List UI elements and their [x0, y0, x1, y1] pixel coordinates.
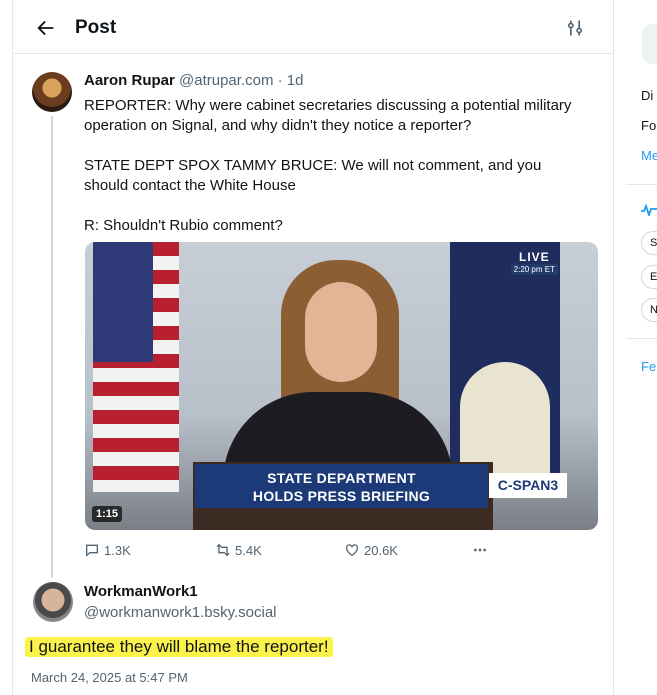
reply-text: I guarantee they will blame the reporter… — [25, 637, 333, 657]
more-icon — [474, 548, 486, 552]
live-time: 2:20 pm ET — [510, 264, 558, 275]
sidebar-footer-link[interactable]: Fe — [641, 359, 656, 374]
flag-canton — [93, 242, 153, 362]
search-box[interactable] — [642, 24, 657, 64]
banner-line: STATE DEPARTMENT — [267, 470, 416, 486]
thread-line — [51, 116, 53, 578]
repost-count: 5.4K — [235, 542, 262, 558]
post-paragraph: R: Shouldn't Rubio comment? — [84, 217, 283, 234]
sidebar-pill[interactable]: S — [641, 231, 657, 255]
video-duration: 1:15 — [92, 506, 123, 522]
banner-line: HOLDS PRESS BRIEFING — [252, 488, 431, 504]
repost-button[interactable]: 5.4K — [215, 542, 262, 558]
like-button[interactable]: 20.6K — [344, 542, 398, 558]
reply-author-name[interactable]: WorkmanWork1 — [84, 583, 198, 600]
author-handle[interactable]: @atrupar.com — [179, 72, 273, 89]
back-arrow-icon[interactable] — [35, 17, 57, 39]
post-paragraph: REPORTER: Why were cabinet secretaries d… — [84, 97, 572, 134]
divider — [626, 184, 657, 185]
post-time[interactable]: 1d — [287, 72, 304, 89]
post-header: Aaron Rupar @atrupar.com · 1d — [84, 72, 303, 89]
repost-icon — [216, 543, 230, 557]
post-actions: 1.3K 5.4K 20.6K — [84, 542, 514, 560]
reply-count: 1.3K — [104, 542, 131, 558]
divider — [626, 338, 657, 339]
video-player[interactable]: LIVE 2:20 pm ET STATE DEPARTMENT HOLDS P… — [85, 242, 598, 530]
video-banner: STATE DEPARTMENT HOLDS PRESS BRIEFING — [195, 464, 488, 508]
main-column: Post Aaron Rupar @atrupar.com · 1d REPOR… — [12, 0, 614, 695]
live-badge: LIVE 2:20 pm ET — [510, 250, 558, 275]
reply-author-handle[interactable]: @workmanwork1.bsky.social — [84, 604, 277, 621]
separator: · — [277, 72, 283, 89]
post-paragraph: STATE DEPT SPOX TAMMY BRUCE: We will not… — [84, 157, 542, 194]
sidebar-text: Di — [641, 88, 654, 103]
page-title: Post — [75, 17, 117, 38]
reply-icon — [86, 544, 98, 557]
sliders-icon[interactable] — [565, 18, 585, 38]
sidebar-pill[interactable]: E — [641, 265, 657, 289]
activity-icon — [641, 204, 657, 216]
author-name[interactable]: Aaron Rupar — [84, 72, 175, 89]
post-text: REPORTER: Why were cabinet secretaries d… — [84, 96, 584, 256]
right-sidebar: Di Fo Me S E N Fe — [626, 0, 657, 695]
network-logo: C-SPAN3 — [489, 473, 567, 498]
sidebar-pill[interactable]: N — [641, 298, 657, 322]
reply-avatar[interactable] — [33, 582, 73, 622]
heart-icon — [346, 544, 358, 557]
sidebar-link[interactable]: Me — [641, 148, 657, 163]
speaker-face — [305, 282, 377, 382]
more-button[interactable] — [472, 542, 488, 558]
reply-button[interactable]: 1.3K — [84, 542, 131, 558]
like-count: 20.6K — [364, 542, 398, 558]
live-label: LIVE — [518, 250, 550, 264]
avatar[interactable] — [32, 72, 72, 112]
reply-date[interactable]: March 24, 2025 at 5:47 PM — [31, 670, 188, 685]
page-header: Post — [13, 0, 613, 54]
sidebar-text: Fo — [641, 118, 657, 133]
